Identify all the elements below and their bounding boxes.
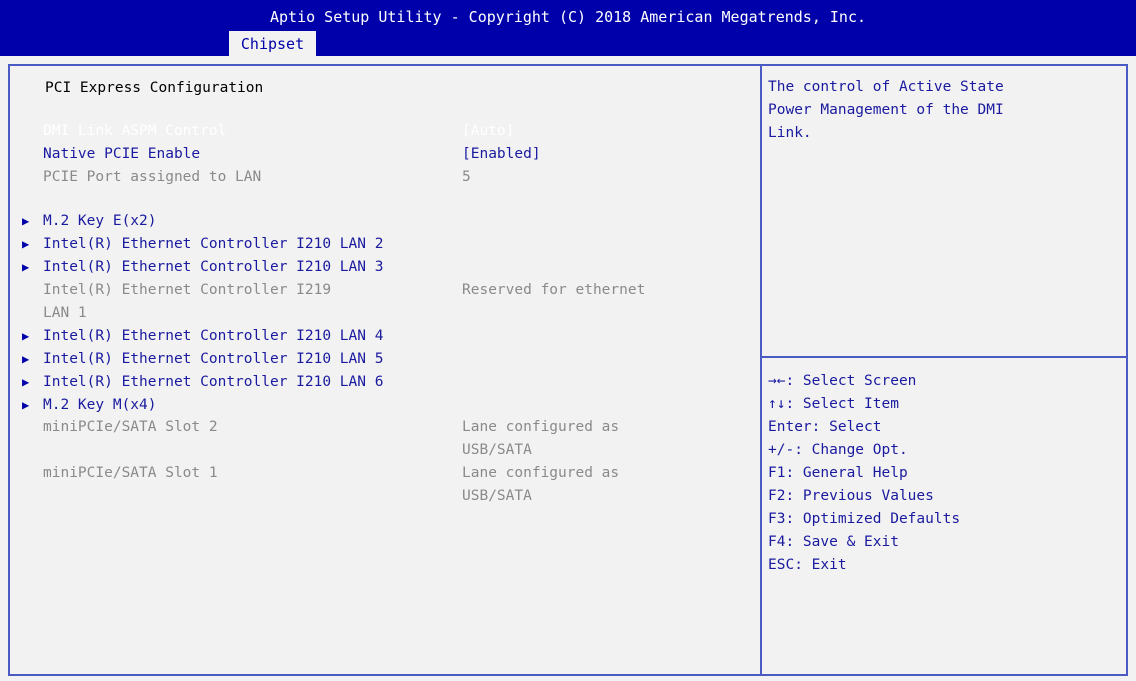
- key-select-item: ↑↓: Select Item: [768, 396, 899, 412]
- triangle-right-icon: ▶: [22, 260, 30, 274]
- help-line: Link.: [768, 125, 812, 141]
- info-value: USB/SATA: [462, 488, 532, 504]
- triangle-right-icon: ▶: [22, 398, 30, 412]
- info-i219-line2: LAN 1: [22, 302, 87, 325]
- info-label: Intel(R) Ethernet Controller I219: [43, 282, 332, 298]
- key-select-screen: →←: Select Screen: [768, 373, 917, 389]
- setting-value: 5: [462, 169, 471, 185]
- header-bar: Aptio Setup Utility - Copyright (C) 2018…: [0, 0, 1136, 56]
- setting-native-pcie-enable[interactable]: Native PCIE Enable [Enabled]: [22, 143, 541, 166]
- info-label: miniPCIe/SATA Slot 2: [43, 419, 218, 435]
- setting-label: PCIE Port assigned to LAN: [43, 169, 262, 185]
- info-value: Lane configured as: [462, 419, 620, 435]
- setting-dmi-link-aspm-control[interactable]: DMI Link ASPM Control [Auto]: [22, 120, 514, 143]
- submenu-label: Intel(R) Ethernet Controller I210 LAN 2: [43, 236, 384, 252]
- key-save-exit: F4: Save & Exit: [768, 534, 899, 550]
- key-general-help: F1: General Help: [768, 465, 908, 481]
- info-minipcie-slot-2-line2: USB/SATA: [22, 439, 532, 462]
- submenu-m2-key-e[interactable]: ▶ M.2 Key E(x2): [22, 210, 157, 233]
- help-line: The control of Active State: [768, 79, 1004, 95]
- submenu-m2-key-m[interactable]: ▶ M.2 Key M(x4): [22, 394, 157, 417]
- info-value: Reserved for ethernet: [462, 282, 646, 298]
- section-title-text: PCI Express Configuration: [45, 80, 264, 96]
- info-value: USB/SATA: [462, 442, 532, 458]
- help-panel: The control of Active State Power Manage…: [768, 76, 1118, 145]
- setting-value: [Auto]: [462, 123, 515, 139]
- submenu-i210-lan-6[interactable]: ▶ Intel(R) Ethernet Controller I210 LAN …: [22, 371, 383, 394]
- section-title: PCI Express Configuration: [22, 77, 263, 100]
- key-legend: →←: Select Screen ↑↓: Select Item Enter:…: [768, 370, 1118, 577]
- submenu-i210-lan-2[interactable]: ▶ Intel(R) Ethernet Controller I210 LAN …: [22, 233, 383, 256]
- triangle-right-icon: ▶: [22, 329, 30, 343]
- submenu-label: M.2 Key M(x4): [43, 397, 157, 413]
- submenu-i210-lan-3[interactable]: ▶ Intel(R) Ethernet Controller I210 LAN …: [22, 256, 383, 279]
- key-esc-exit: ESC: Exit: [768, 557, 847, 573]
- key-optimized-defaults: F3: Optimized Defaults: [768, 511, 961, 527]
- horizontal-divider: [762, 356, 1126, 358]
- submenu-i210-lan-4[interactable]: ▶ Intel(R) Ethernet Controller I210 LAN …: [22, 325, 383, 348]
- setting-value: [Enabled]: [462, 146, 541, 162]
- info-label: LAN 1: [43, 305, 87, 321]
- info-minipcie-slot-2: miniPCIe/SATA Slot 2 Lane configured as: [22, 416, 619, 439]
- key-previous-values: F2: Previous Values: [768, 488, 934, 504]
- key-change-opt: +/-: Change Opt.: [768, 442, 908, 458]
- info-minipcie-slot-1: miniPCIe/SATA Slot 1 Lane configured as: [22, 462, 619, 485]
- setting-label: DMI Link ASPM Control: [43, 123, 227, 139]
- key-enter-select: Enter: Select: [768, 419, 882, 435]
- info-minipcie-slot-1-line2: USB/SATA: [22, 485, 532, 508]
- triangle-right-icon: ▶: [22, 375, 30, 389]
- triangle-right-icon: ▶: [22, 352, 30, 366]
- vertical-divider: [760, 66, 762, 674]
- tab-chipset[interactable]: Chipset: [229, 31, 316, 56]
- submenu-label: Intel(R) Ethernet Controller I210 LAN 4: [43, 328, 384, 344]
- info-value: Lane configured as: [462, 465, 620, 481]
- submenu-label: Intel(R) Ethernet Controller I210 LAN 5: [43, 351, 384, 367]
- submenu-i210-lan-5[interactable]: ▶ Intel(R) Ethernet Controller I210 LAN …: [22, 348, 383, 371]
- submenu-label: Intel(R) Ethernet Controller I210 LAN 3: [43, 259, 384, 275]
- submenu-label: Intel(R) Ethernet Controller I210 LAN 6: [43, 374, 384, 390]
- triangle-right-icon: ▶: [22, 237, 30, 251]
- setting-pcie-port-assigned-to-lan: PCIE Port assigned to LAN 5: [22, 166, 471, 189]
- help-line: Power Management of the DMI: [768, 102, 1004, 118]
- submenu-label: M.2 Key E(x2): [43, 213, 157, 229]
- app-title: Aptio Setup Utility - Copyright (C) 2018…: [269, 8, 867, 26]
- triangle-right-icon: ▶: [22, 214, 30, 228]
- setting-label: Native PCIE Enable: [43, 146, 201, 162]
- info-label: miniPCIe/SATA Slot 1: [43, 465, 218, 481]
- info-i219: Intel(R) Ethernet Controller I219 Reserv…: [22, 279, 645, 302]
